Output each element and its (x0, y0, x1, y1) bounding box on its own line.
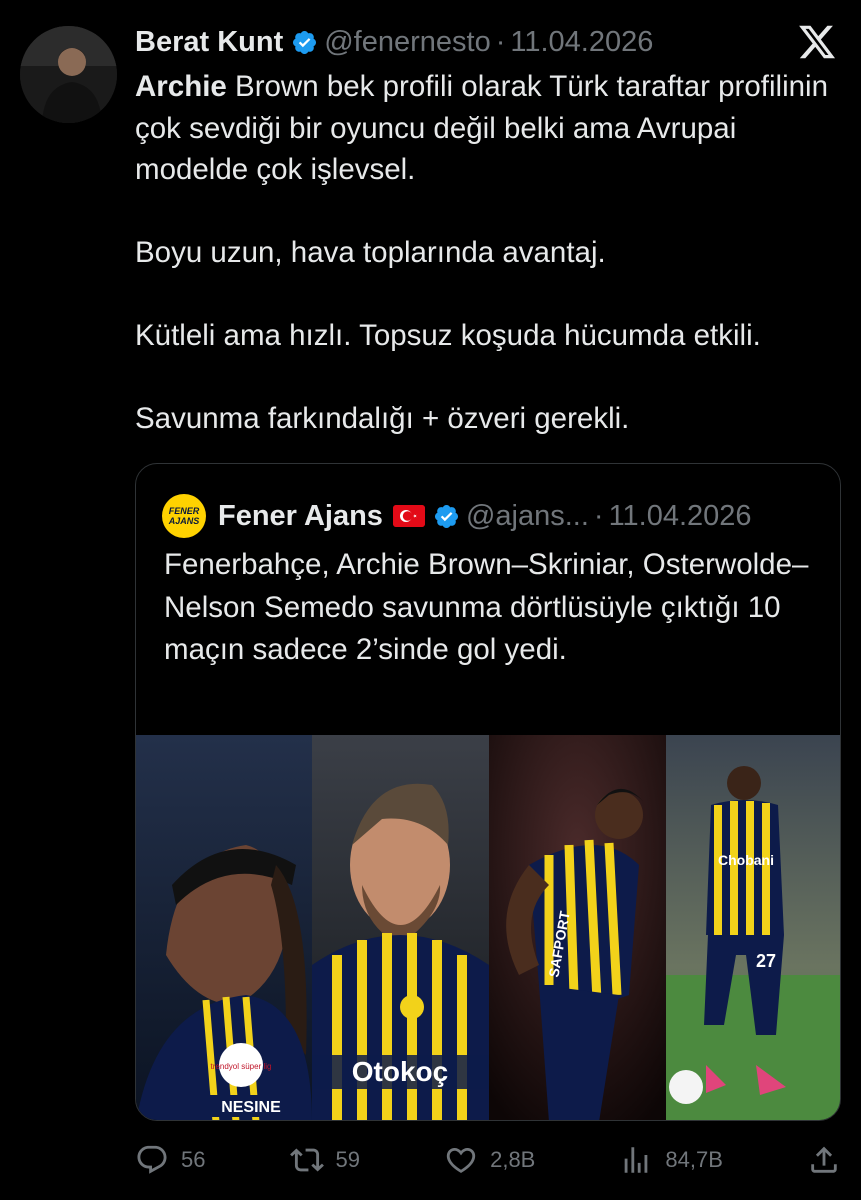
verified-badge-icon (293, 30, 317, 54)
quoted-text: Fenerbahçe, Archie Brown–Skriniar, Oster… (164, 548, 809, 666)
sponsor-text-4: Chobani (718, 852, 774, 868)
heart-icon (446, 1147, 476, 1173)
repost-count: 59 (335, 1147, 361, 1172)
tweet-paragraph-1: Archie Brown bek profili olarak Türk tar… (135, 66, 845, 191)
like-count: 2,8B (490, 1147, 536, 1172)
sponsor-text-2: Otokoç (352, 1056, 448, 1087)
quoted-avatar[interactable]: FENER AJANS (162, 494, 206, 538)
tweet-paragraph-1-rest: Brown bek profili olarak Türk taraftar p… (135, 70, 829, 186)
quoted-logo-text-top: FENER (168, 506, 200, 516)
share-button[interactable] (807, 1143, 841, 1177)
avatar[interactable] (20, 26, 117, 123)
author-handle[interactable]: @fenernesto (324, 22, 490, 62)
tweet-paragraph-3: Kütleli ama hızlı. Topsuz koşuda hücumda… (135, 319, 761, 352)
tweet-actions: 56 59 2,8B 84,7B (135, 1140, 841, 1180)
quoted-tweet[interactable]: FENER AJANS Fener Ajans @ajans... · 11.0… (135, 463, 841, 1121)
tweet-text: Archie Brown bek profili olarak Türk tar… (135, 66, 845, 440)
player-photo-3: SAFPORT (489, 735, 666, 1120)
separator: · (593, 500, 604, 532)
tweet-bold-word: Archie (135, 70, 227, 103)
sponsor-text-1: NESINE (221, 1099, 281, 1116)
reply-button[interactable]: 56 (135, 1143, 205, 1177)
x-logo-icon (799, 25, 836, 59)
quoted-media-image[interactable]: trendyol süper lig NESINE Otokoç SAFPORT… (136, 735, 840, 1120)
tweet-paragraph-2: Boyu uzun, hava toplarında avantaj. (135, 236, 606, 269)
quoted-author-name[interactable]: Fener Ajans (218, 496, 383, 536)
like-button[interactable]: 2,8B (444, 1143, 535, 1177)
views-icon (625, 1147, 648, 1173)
player-photo-4: Chobani 27 (666, 735, 840, 1120)
quoted-logo-text-bottom: AJANS (168, 516, 200, 526)
reply-icon (137, 1145, 167, 1174)
tweet-paragraph-4: Savunma farkındalığı + özveri gerekli. (135, 402, 630, 435)
tweet-header: Berat Kunt @fenernesto · 11.04.2026 (135, 22, 653, 62)
player-number: 27 (756, 951, 776, 971)
share-icon (811, 1146, 837, 1173)
repost-icon (289, 1148, 324, 1172)
turkey-flag-icon (392, 505, 425, 527)
separator: · (495, 26, 506, 58)
repost-button[interactable]: 59 (289, 1143, 361, 1177)
quoted-date[interactable]: 11.04.2026 (609, 496, 752, 536)
tweet-date[interactable]: 11.04.2026 (510, 22, 653, 62)
quoted-handle[interactable]: @ajans... (466, 496, 589, 536)
views-button[interactable]: 84,7B (619, 1143, 723, 1177)
player-photo-2: Otokoç (312, 735, 489, 1120)
verified-badge-icon (434, 504, 458, 528)
reply-count: 56 (181, 1147, 206, 1172)
view-count: 84,7B (665, 1147, 723, 1172)
league-badge-text: trendyol süper lig (211, 1062, 272, 1071)
quoted-header: FENER AJANS Fener Ajans @ajans... · 11.0… (162, 494, 752, 538)
author-name[interactable]: Berat Kunt (135, 22, 283, 62)
player-photo-1: trendyol süper lig NESINE (136, 735, 312, 1120)
